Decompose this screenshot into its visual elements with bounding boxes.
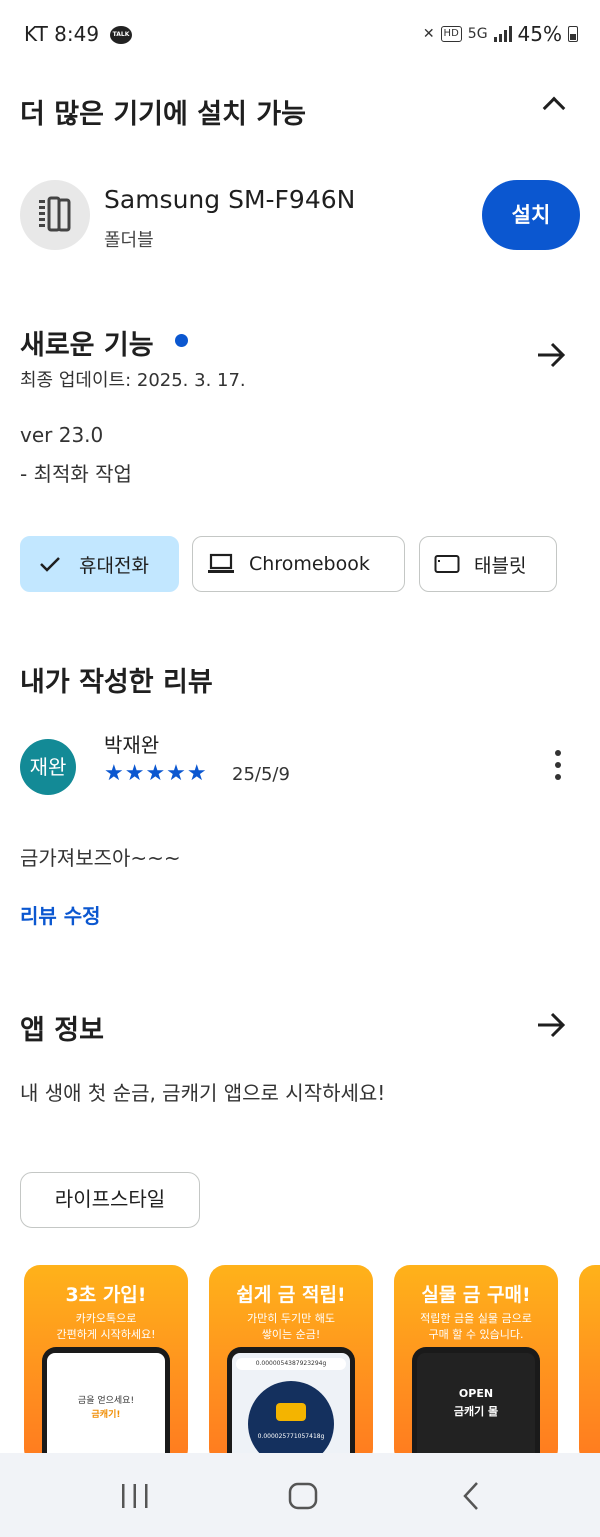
battery-icon [568, 26, 578, 42]
recent-apps-icon[interactable] [120, 1483, 150, 1509]
chip-phone[interactable]: 휴대전화 [20, 536, 179, 592]
phone-mockup: 0.0000054387923294g 0.000025771057418g [227, 1347, 355, 1465]
screenshot-card[interactable]: 쉽게 금 적립! 가만히 두기만 해도 쌓이는 순금! 0.0000054387… [209, 1265, 373, 1465]
whats-new-title: 새로운 기능 [20, 330, 154, 361]
last-updated: 최종 업데이트: 2025. 3. 17. [20, 370, 246, 391]
screenshot-title: 실물 금 구매! [421, 1284, 531, 1306]
screenshot-subtitle: 적립한 금을 실물 금으로 구매 할 수 있습니다. [420, 1312, 532, 1341]
chip-phone-label: 휴대전화 [79, 554, 149, 577]
install-button[interactable]: 설치 [482, 180, 580, 250]
collapse-chevron-up-icon[interactable] [542, 96, 566, 120]
screenshot-card[interactable]: 3초 가입! 카카오톡으로 간편하게 시작하세요! 금을 얻으세요! 금캐기! [24, 1265, 188, 1465]
tablet-icon [434, 555, 460, 573]
screen-text: 0.0000054387923294g [236, 1358, 346, 1370]
app-info-arrow-icon[interactable] [536, 1010, 566, 1040]
screenshot-title: 쉽게 금 적립! [236, 1284, 346, 1306]
carrier-time: KT 8:49 [24, 22, 100, 46]
screenshot-subtitle: 가만히 두기만 해도 쌓이는 순금! [247, 1312, 335, 1341]
battery-level: 45% [517, 22, 562, 46]
screen-subtext: 0.000025771057418g [257, 1433, 325, 1440]
reviewer-avatar: 재완 [20, 739, 76, 795]
new-indicator-dot [175, 334, 188, 347]
status-icons: ✕ HD 5G 45% [423, 22, 578, 46]
update-note: - 최적화 작업 [20, 462, 132, 486]
install-section-title: 더 많은 기기에 설치 가능 [20, 99, 306, 130]
my-review-title: 내가 작성한 리뷰 [20, 667, 213, 698]
system-navigation-bar [0, 1453, 600, 1537]
category-chip[interactable]: 라이프스타일 [20, 1172, 200, 1228]
check-icon [40, 557, 60, 572]
signal-icon [493, 26, 512, 42]
screen-subtext: 금캐기 몰 [453, 1405, 499, 1418]
screenshot-title: 3초 가입! [65, 1284, 147, 1306]
whats-new-arrow-icon[interactable] [536, 340, 566, 370]
screen-text: 금을 얻으세요! [77, 1396, 135, 1406]
screen-subtext: 금캐기! [91, 1410, 121, 1420]
back-icon[interactable] [460, 1481, 482, 1511]
network-5g-icon: 5G [467, 26, 488, 42]
rating-stars: ★★★★★ [104, 761, 208, 786]
phone-mockup: 금을 얻으세요! 금캐기! [42, 1347, 170, 1465]
app-info-title: 앱 정보 [20, 1015, 104, 1046]
phone-screen: 0.0000054387923294g 0.000025771057418g [232, 1353, 350, 1465]
device-name: Samsung SM-F946N [104, 185, 356, 214]
device-type: 폴더블 [104, 230, 154, 251]
chip-tablet[interactable]: 태블릿 [419, 536, 557, 592]
review-text: 금가져보즈아~~~ [20, 846, 181, 870]
reviewer-name: 박재완 [104, 733, 160, 757]
chip-chromebook-label: Chromebook [249, 553, 370, 575]
edit-review-link[interactable]: 리뷰 수정 [20, 900, 101, 929]
version-text: ver 23.0 [20, 423, 104, 447]
review-more-options-icon[interactable] [550, 750, 566, 784]
phone-mockup: OPEN 금캐기 몰 [412, 1347, 540, 1465]
laptop-icon [208, 553, 234, 573]
chip-chromebook[interactable]: Chromebook [192, 536, 405, 592]
home-icon[interactable] [288, 1482, 318, 1510]
screenshot-subtitle: 카카오톡으로 간편하게 시작하세요! [56, 1312, 156, 1341]
hd-voice-icon: HD [440, 26, 462, 42]
phone-screen: 금을 얻으세요! 금캐기! [47, 1353, 165, 1465]
phone-screen: OPEN 금캐기 몰 [417, 1353, 535, 1465]
app-description: 내 생애 첫 순금, 금캐기 앱으로 시작하세요! [20, 1081, 386, 1105]
screenshot-card[interactable]: 실물 금 구매! 적립한 금을 실물 금으로 구매 할 수 있습니다. OPEN… [394, 1265, 558, 1465]
screen-text: OPEN [458, 1387, 494, 1400]
foldable-phone-icon [39, 196, 71, 232]
screenshot-card-partial[interactable] [579, 1265, 600, 1465]
mute-icon: ✕ [422, 26, 435, 42]
chip-tablet-label: 태블릿 [474, 554, 527, 577]
status-bar: KT 8:49 TALK ✕ HD 5G 45% [0, 0, 600, 72]
kakaotalk-notification-icon: TALK [110, 26, 132, 44]
review-date: 25/5/9 [232, 764, 290, 785]
gold-bar-icon [276, 1403, 306, 1421]
